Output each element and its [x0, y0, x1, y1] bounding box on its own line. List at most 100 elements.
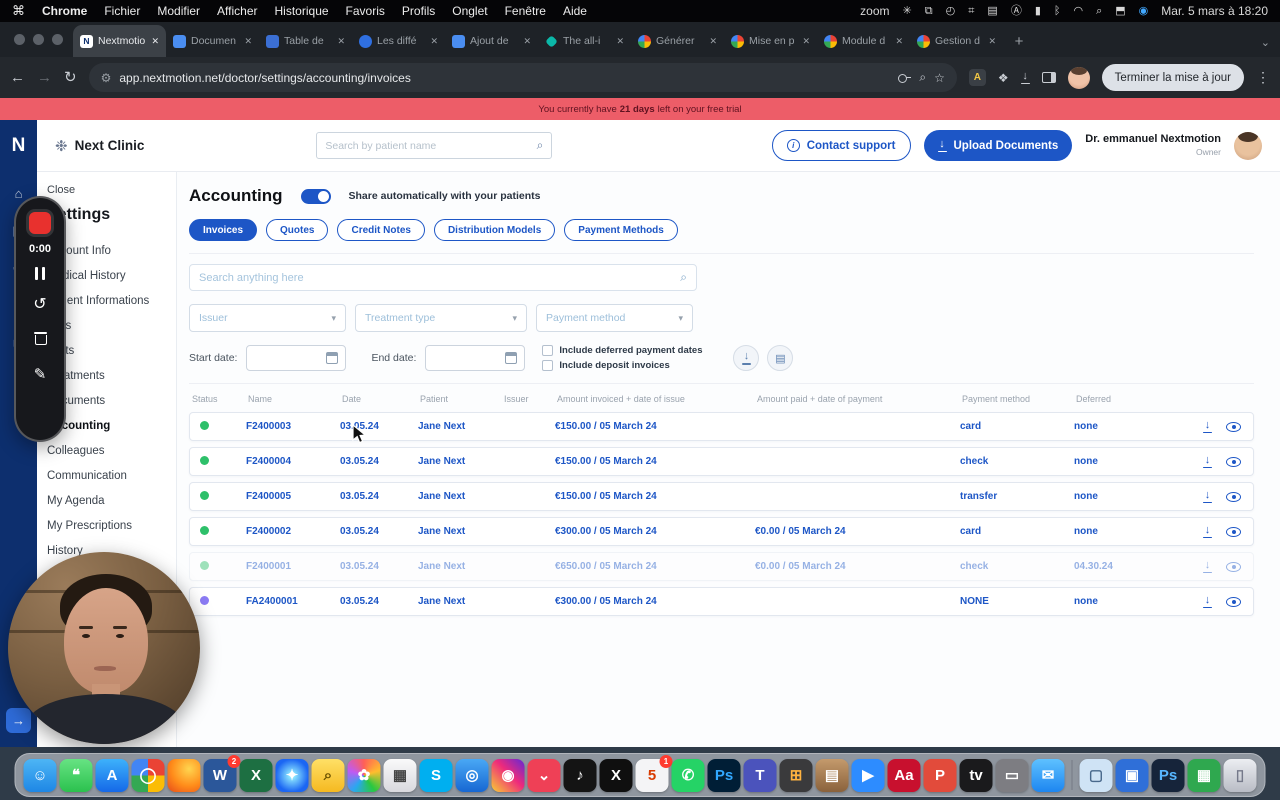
end-date-input[interactable] [425, 345, 526, 371]
invoice-row[interactable]: F2400005 03.05.24 Jane Next €150.00 / 05… [189, 482, 1254, 511]
invoice-name[interactable]: FA2400001 [246, 596, 340, 607]
apple-menu-icon[interactable]: ⌘ [12, 3, 25, 19]
download-invoice-icon[interactable]: ↓ [1203, 489, 1212, 504]
menubar-item[interactable]: Afficher [217, 4, 257, 18]
invoice-row[interactable]: F2400002 03.05.24 Jane Next €300.00 / 05… [189, 517, 1254, 546]
dock-app-icon[interactable]: ▣ [1115, 758, 1149, 792]
browser-tab[interactable]: Table de ✕ [259, 25, 352, 57]
dock-app-icon[interactable]: ✉ [1031, 758, 1065, 792]
tab-close-icon[interactable]: ✕ [988, 36, 996, 47]
dock-app-icon[interactable]: S [419, 758, 453, 792]
forward-button[interactable]: → [37, 70, 52, 85]
filter-select[interactable]: Treatment type ▾ [355, 304, 527, 332]
invoice-patient[interactable]: Jane Next [418, 526, 502, 537]
dock-app-icon[interactable]: P [923, 758, 957, 792]
dock-app-icon[interactable]: ▯ [1223, 758, 1257, 792]
accounting-tab[interactable]: Credit Notes [337, 219, 425, 241]
patient-search-input[interactable] [325, 139, 531, 152]
status-icon[interactable]: Ⓐ [1011, 5, 1022, 17]
dock-app-icon[interactable]: A [95, 758, 129, 792]
accounting-tab[interactable]: Payment Methods [564, 219, 678, 241]
status-icon[interactable]: ▤ [987, 5, 997, 17]
invoice-row[interactable]: FA2400001 03.05.24 Jane Next €300.00 / 0… [189, 587, 1254, 616]
delete-recording-button[interactable] [33, 330, 47, 345]
browser-tab[interactable]: Nextmotio ✕ [73, 25, 166, 57]
status-icon[interactable]: ⌗ [968, 5, 974, 17]
checkbox-row[interactable]: Include deposit invoices [542, 360, 702, 371]
accounting-tab[interactable]: Quotes [266, 219, 329, 241]
status-icon[interactable]: ✳ [903, 5, 912, 17]
side-panel-icon[interactable] [1041, 72, 1056, 83]
tab-close-icon[interactable]: ✕ [802, 36, 810, 47]
patient-search-box[interactable]: ⌕ [316, 132, 553, 159]
dock-app-icon[interactable]: ◎ [455, 758, 489, 792]
menubar-item[interactable]: Aide [563, 4, 587, 18]
browser-tab[interactable]: Module d ✕ [817, 25, 910, 57]
dock-app-icon[interactable]: T [743, 758, 777, 792]
browser-tab[interactable]: Les diffé ✕ [352, 25, 445, 57]
start-date-input[interactable] [246, 345, 347, 371]
user-block[interactable]: Dr. emmanuel Nextmotion Owner [1085, 133, 1221, 157]
dock-app-icon[interactable]: X [239, 758, 273, 792]
dock-app-icon[interactable]: ▢ [1079, 758, 1113, 792]
browser-tab[interactable]: The all-i ✕ [538, 25, 631, 57]
status-icon[interactable]: ◴ [946, 5, 956, 17]
invoice-name[interactable]: F2400003 [246, 421, 340, 432]
menubar-item[interactable]: Fenêtre [505, 4, 546, 18]
menubar-item[interactable]: Historique [275, 4, 329, 18]
dock-app-icon[interactable]: ▤ [815, 758, 849, 792]
tab-close-icon[interactable]: ✕ [244, 36, 252, 47]
menubar-item[interactable]: Fichier [104, 4, 140, 18]
download-invoice-icon[interactable]: ↓ [1203, 419, 1212, 434]
dock-app-icon[interactable]: X [599, 758, 633, 792]
view-invoice-icon[interactable] [1226, 596, 1241, 607]
status-icon[interactable]: ⧉ [925, 5, 933, 17]
upload-documents-button[interactable]: ↓ Upload Documents [923, 130, 1073, 161]
zoom-page-icon[interactable]: ⌕ [919, 70, 926, 85]
sidebar-item[interactable]: Communication [37, 463, 176, 488]
close-window-button[interactable] [14, 34, 25, 45]
browser-tab[interactable]: Générer ✕ [631, 25, 724, 57]
tab-close-icon[interactable]: ✕ [151, 36, 159, 47]
contact-support-button[interactable]: i Contact support [771, 130, 911, 161]
invoice-patient[interactable]: Jane Next [418, 596, 502, 607]
invoice-patient[interactable]: Jane Next [418, 561, 502, 572]
dock-app-icon[interactable]: ▭ [995, 758, 1029, 792]
user-avatar[interactable] [1234, 131, 1262, 160]
dock-app-icon[interactable]: Ps [707, 758, 741, 792]
sidebar-item[interactable]: My Prescriptions [37, 513, 176, 538]
view-invoice-icon[interactable] [1226, 456, 1241, 467]
dock-app-icon[interactable]: ◯ [131, 758, 165, 792]
download-invoice-icon[interactable]: ↓ [1203, 524, 1212, 539]
invoice-patient[interactable]: Jane Next [418, 491, 502, 502]
browser-profile-avatar[interactable] [1067, 66, 1090, 89]
invoice-search-input[interactable] [199, 271, 675, 284]
menubar-clock[interactable]: Mar. 5 mars à 18:20 [1161, 4, 1268, 18]
status-icon[interactable]: ◉ [1139, 5, 1149, 17]
filter-select[interactable]: Payment method ▾ [536, 304, 693, 332]
dock-app-icon[interactable]: ❝ [59, 758, 93, 792]
dock-app-icon[interactable]: tv [959, 758, 993, 792]
export-report-button[interactable]: ▤ [767, 345, 794, 371]
tab-close-icon[interactable]: ✕ [337, 36, 345, 47]
view-invoice-icon[interactable] [1226, 491, 1241, 502]
invoice-row[interactable]: F2400004 03.05.24 Jane Next €150.00 / 05… [189, 447, 1254, 476]
view-invoice-icon[interactable] [1226, 421, 1241, 432]
view-invoice-icon[interactable] [1226, 561, 1241, 572]
browser-tab[interactable]: Mise en p ✕ [724, 25, 817, 57]
password-key-icon[interactable] [898, 73, 912, 83]
nav-rail-icon[interactable]: ⌂ [15, 186, 23, 201]
dock-app-icon[interactable]: ▶ [851, 758, 885, 792]
invoice-patient[interactable]: Jane Next [418, 456, 502, 467]
site-info-icon[interactable]: ⚙ [101, 71, 112, 85]
sidebar-item[interactable]: My Agenda [37, 488, 176, 513]
dock-app-icon[interactable]: 5 1 [635, 754, 673, 792]
dock-app-icon[interactable]: ⌄ [527, 758, 561, 792]
dock-app-icon[interactable]: Aa [887, 758, 921, 792]
finish-update-button[interactable]: Terminer la mise à jour [1101, 64, 1244, 91]
browser-tab[interactable]: Ajout de ✕ [445, 25, 538, 57]
invoice-row[interactable]: F2400001 03.05.24 Jane Next €650.00 / 05… [189, 552, 1254, 581]
status-icon[interactable]: ᛒ [1054, 5, 1061, 17]
new-tab-button[interactable]: + [1007, 29, 1031, 53]
invoice-name[interactable]: F2400004 [246, 456, 340, 467]
